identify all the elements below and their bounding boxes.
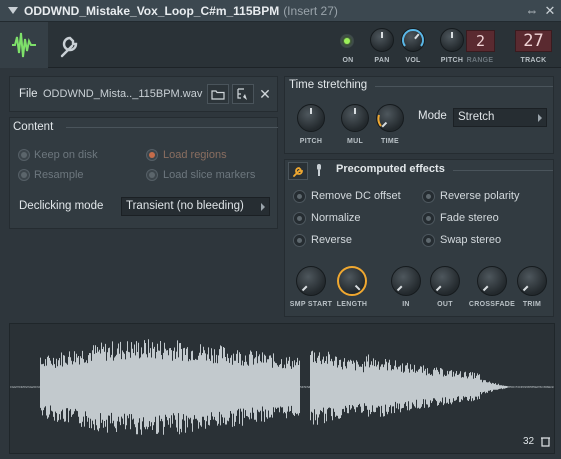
lock-icon[interactable] bbox=[315, 164, 323, 177]
fade-stereo-toggle[interactable] bbox=[422, 212, 435, 225]
effects-settings-button[interactable] bbox=[288, 162, 308, 180]
length-label: LENGTH bbox=[336, 301, 368, 308]
pitch-label: PITCH bbox=[440, 57, 464, 64]
channel-toolbar: ON PAN VOL PITCH 2 RANGE 27 TRACK bbox=[0, 22, 561, 68]
waveform-path bbox=[10, 339, 554, 435]
declicking-dropdown[interactable]: Transient (no bleeding) bbox=[121, 197, 270, 216]
snap-icon[interactable] bbox=[540, 436, 551, 447]
time-arc bbox=[377, 114, 382, 127]
menu-arrow-icon[interactable] bbox=[8, 7, 18, 14]
keep-on-disk-radio[interactable] bbox=[18, 149, 30, 161]
browse-button[interactable] bbox=[232, 84, 254, 104]
pan-label: PAN bbox=[374, 57, 390, 64]
out-knob[interactable] bbox=[430, 266, 460, 296]
ts-mul-label: MUL bbox=[346, 138, 364, 145]
remove-dc-offset-label: Remove DC offset bbox=[311, 190, 401, 202]
window-title: ODDWND_Mistake_Vox_Loop_C#m_115BPM bbox=[24, 3, 280, 18]
vol-label: VOL bbox=[405, 57, 421, 64]
time-stretching-panel: Time stretching PITCH MUL TIME Mode Stre… bbox=[284, 76, 554, 154]
ts-pitch-knob[interactable] bbox=[297, 104, 325, 132]
waveform-display bbox=[10, 339, 554, 435]
load-regions-radio[interactable] bbox=[146, 149, 158, 161]
trim-knob[interactable] bbox=[517, 266, 547, 296]
file-label: File bbox=[19, 88, 38, 100]
trim-label: TRIM bbox=[522, 301, 542, 308]
in-label: IN bbox=[402, 301, 410, 308]
reverse-polarity-toggle[interactable] bbox=[422, 190, 435, 203]
content-panel: Content Keep on disk Load regions Resamp… bbox=[9, 117, 278, 229]
tree-icon bbox=[237, 87, 247, 100]
mode-label: Mode bbox=[418, 110, 447, 122]
dropdown-arrow-icon bbox=[261, 203, 265, 211]
wrench-icon bbox=[293, 167, 303, 177]
vol-knob[interactable] bbox=[401, 28, 425, 52]
declicking-label: Declicking mode bbox=[19, 200, 104, 212]
time-stretching-title: Time stretching bbox=[289, 79, 368, 91]
swap-stereo-label: Swap stereo bbox=[440, 234, 502, 246]
ts-pitch-label: PITCH bbox=[299, 138, 323, 145]
dropdown-arrow-icon bbox=[538, 114, 542, 122]
file-name[interactable]: ODDWND_Mista.._115BPM.wav bbox=[43, 88, 202, 100]
precomputed-title: Precomputed effects bbox=[336, 163, 445, 175]
track-display[interactable]: 27 bbox=[515, 30, 552, 52]
on-label: ON bbox=[342, 57, 354, 64]
ts-time-knob[interactable] bbox=[376, 104, 404, 132]
load-slice-markers-label: Load slice markers bbox=[163, 169, 256, 181]
pitch-knob[interactable] bbox=[440, 28, 464, 52]
range-display[interactable]: 2 bbox=[466, 30, 495, 52]
smp-start-knob[interactable] bbox=[296, 266, 326, 296]
on-led[interactable] bbox=[340, 34, 354, 48]
ts-time-label: TIME bbox=[381, 138, 399, 145]
normalize-label: Normalize bbox=[311, 212, 361, 224]
waveform-view[interactable]: 32 bbox=[9, 323, 555, 454]
close-icon[interactable]: ✕ bbox=[542, 3, 558, 18]
precomputed-effects-panel: Precomputed effects Remove DC offset Rev… bbox=[284, 159, 554, 317]
reverse-label: Reverse bbox=[311, 234, 352, 246]
title-bar: ODDWND_Mistake_Vox_Loop_C#m_115BPM (Inse… bbox=[0, 0, 561, 22]
clear-file-button[interactable]: ✕ bbox=[256, 84, 274, 104]
mode-value: Stretch bbox=[458, 111, 495, 123]
load-slice-markers-radio[interactable] bbox=[146, 169, 158, 181]
in-knob[interactable] bbox=[391, 266, 421, 296]
open-folder-button[interactable] bbox=[207, 84, 229, 104]
content-title: Content bbox=[13, 121, 54, 133]
ts-mul-knob[interactable] bbox=[341, 104, 369, 132]
pan-knob[interactable] bbox=[370, 28, 394, 52]
swap-stereo-toggle[interactable] bbox=[422, 234, 435, 247]
zoom-value: 32 bbox=[523, 436, 535, 447]
track-label: TRACK bbox=[520, 57, 547, 64]
tab-sample[interactable] bbox=[0, 22, 48, 68]
out-label: OUT bbox=[437, 301, 453, 308]
reverse-toggle[interactable] bbox=[293, 234, 306, 247]
crossfade-label: CROSSFADE bbox=[468, 301, 516, 308]
arrows-icon[interactable]: ⇔ bbox=[524, 3, 540, 18]
fade-stereo-label: Fade stereo bbox=[440, 212, 499, 224]
crossfade-knob[interactable] bbox=[477, 266, 507, 296]
load-regions-label: Load regions bbox=[163, 149, 227, 161]
resample-label: Resample bbox=[34, 169, 84, 181]
remove-dc-offset-toggle[interactable] bbox=[293, 190, 306, 203]
keep-on-disk-label: Keep on disk bbox=[34, 149, 98, 161]
folder-icon bbox=[211, 89, 225, 100]
length-knob[interactable] bbox=[337, 266, 367, 296]
tab-settings[interactable] bbox=[48, 22, 88, 68]
file-row: File ODDWND_Mista.._115BPM.wav ✕ bbox=[9, 76, 278, 112]
waveform-tab-icon bbox=[12, 32, 36, 58]
smp-start-label: SMP START bbox=[289, 301, 333, 308]
reverse-polarity-label: Reverse polarity bbox=[440, 190, 520, 202]
vol-arc bbox=[402, 28, 424, 47]
resample-radio[interactable] bbox=[18, 169, 30, 181]
normalize-toggle[interactable] bbox=[293, 212, 306, 225]
range-label: RANGE bbox=[466, 57, 494, 64]
declicking-value: Transient (no bleeding) bbox=[126, 200, 244, 212]
wrench-icon bbox=[60, 36, 78, 58]
insert-label: (Insert 27) bbox=[283, 3, 338, 18]
mode-dropdown[interactable]: Stretch bbox=[453, 108, 547, 127]
